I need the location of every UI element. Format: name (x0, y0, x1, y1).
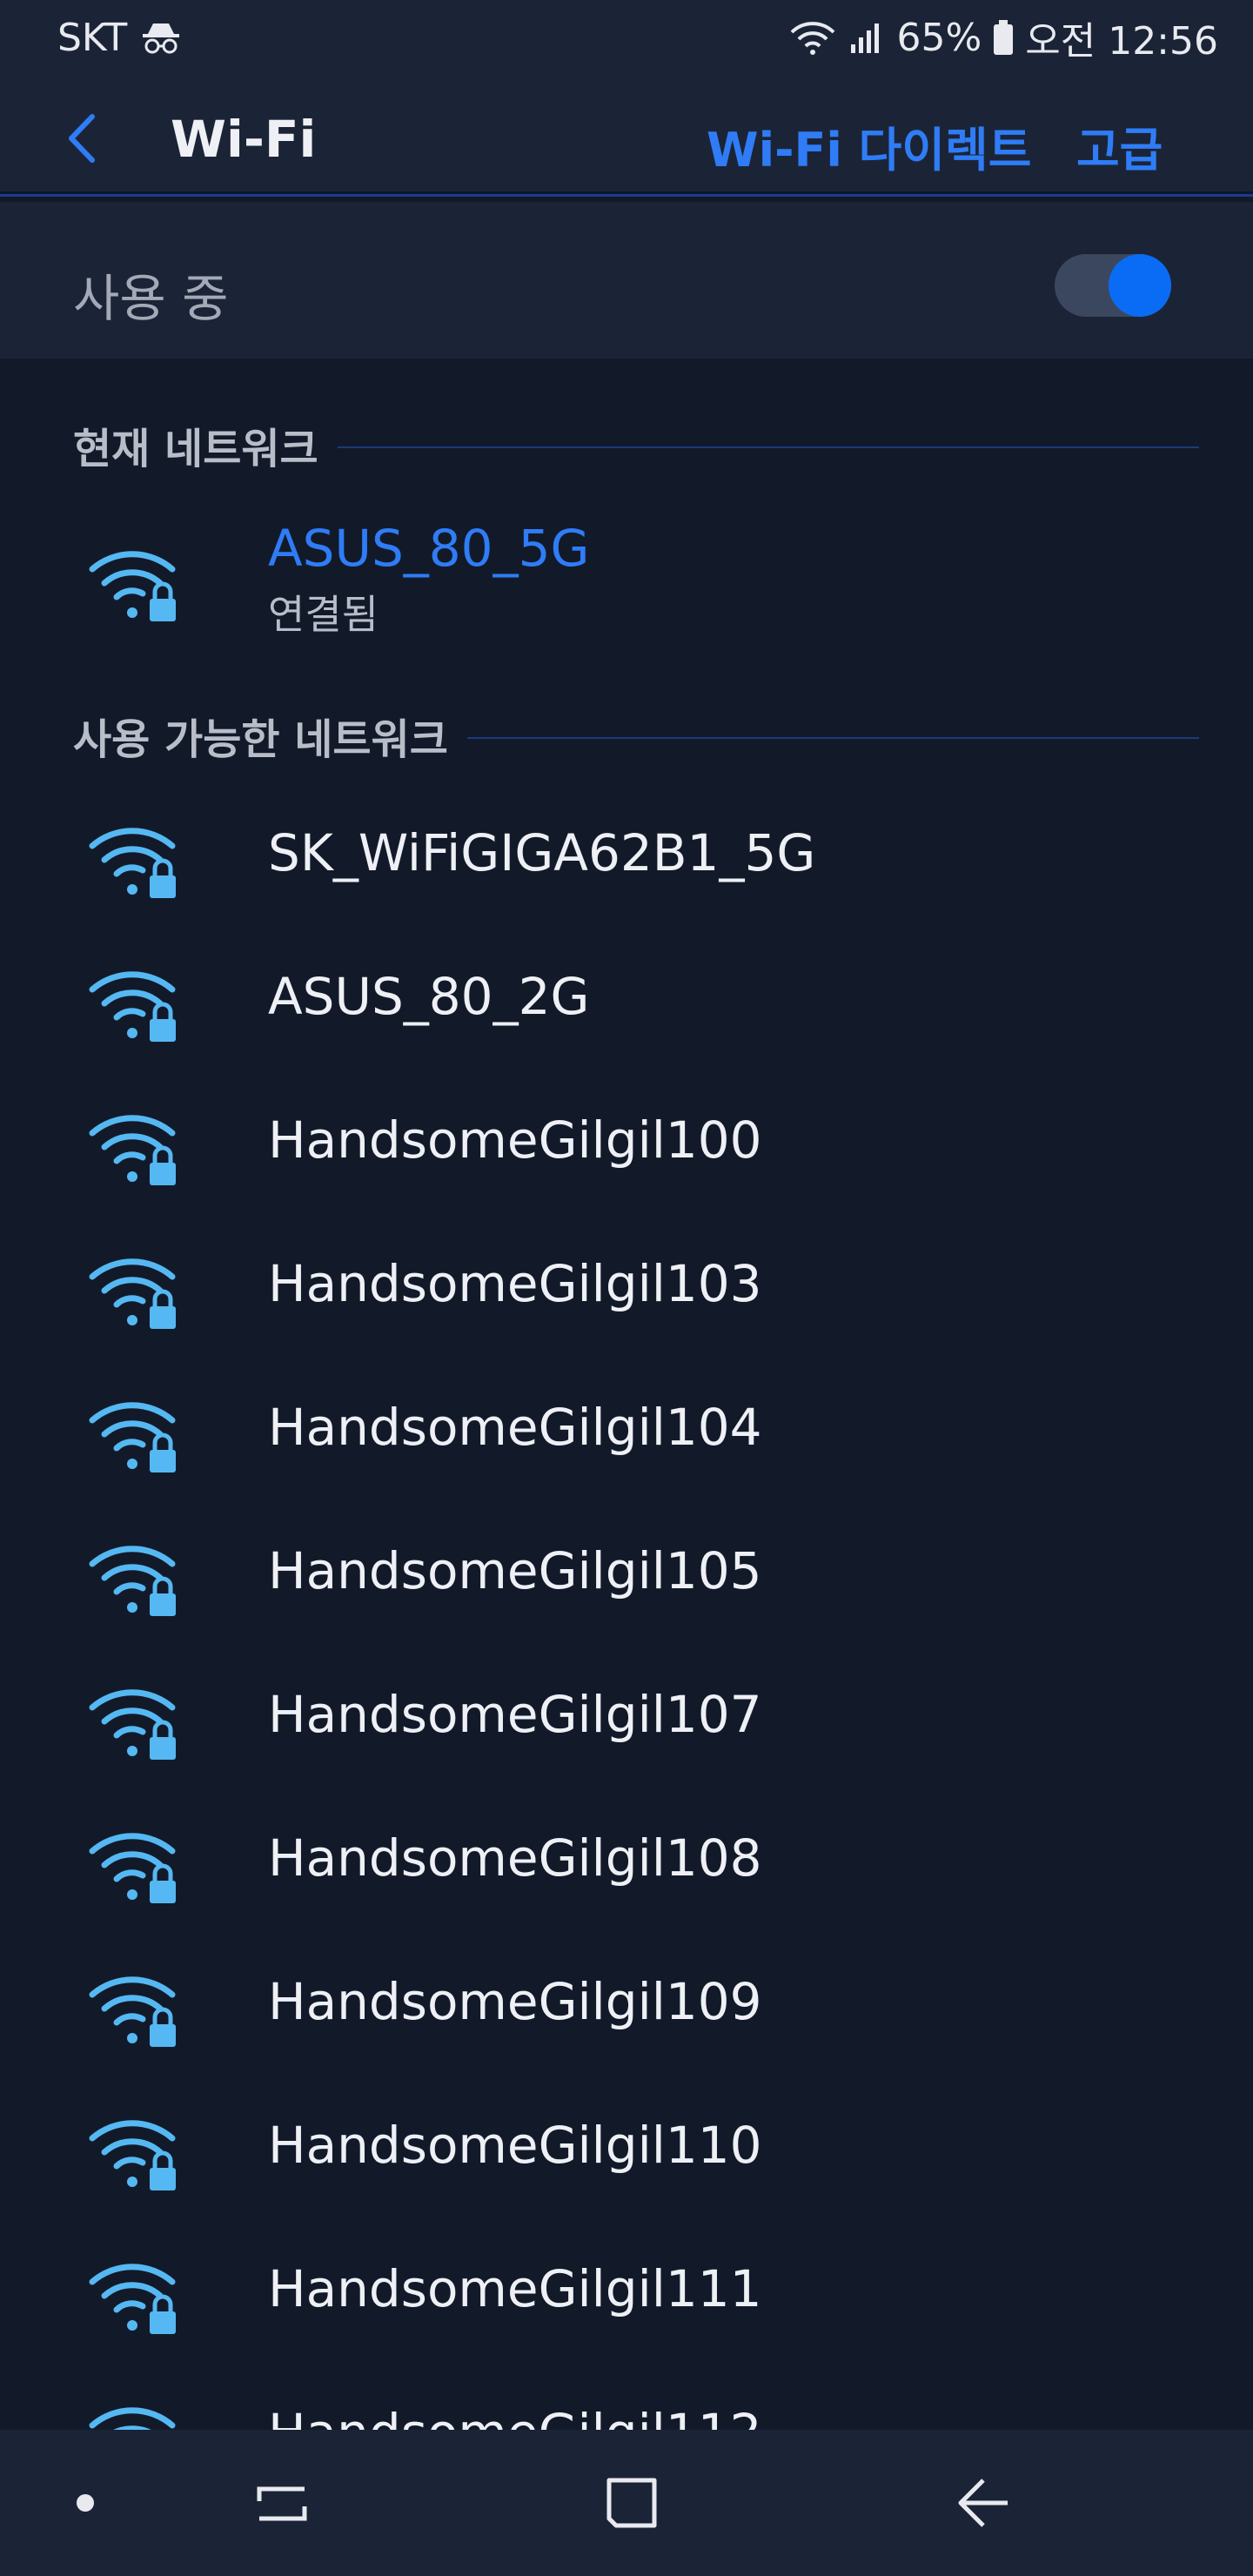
divider (337, 446, 1199, 448)
battery-icon (994, 20, 1014, 55)
network-name: HandsomeGilgil109 (268, 1972, 762, 2031)
divider (466, 737, 1199, 739)
current-network-header: 현재 네트워크 (73, 414, 1199, 475)
wifi-lock-icon (89, 828, 176, 898)
wifi-lock-icon (89, 1258, 176, 1329)
network-name: HandsomeGilgil103 (268, 1254, 762, 1313)
battery-percent: 65% (896, 15, 982, 60)
recent-apps-icon[interactable] (247, 2468, 317, 2538)
current-network-status: 연결됨 (268, 591, 379, 638)
network-name: HandsomeGilgil111 (268, 2259, 762, 2318)
wifi-lock-icon (89, 1546, 176, 1616)
network-row[interactable]: HandsomeGilgil105 (0, 1505, 1253, 1644)
clock: 오전 12:56 (1025, 19, 1218, 64)
current-network-name: ASUS_80_5G (268, 519, 590, 578)
page-title: Wi-Fi (171, 110, 317, 169)
network-row[interactable]: HandsomeGilgil100 (0, 1074, 1253, 1213)
network-row[interactable]: HandsomeGilgil109 (0, 1935, 1253, 2075)
home-icon[interactable] (597, 2468, 667, 2538)
navigation-bar (0, 2430, 1253, 2576)
wifi-toggle-switch[interactable] (1055, 254, 1171, 317)
toggle-knob (1109, 254, 1171, 317)
network-row[interactable]: HandsomeGilgil111 (0, 2223, 1253, 2362)
wifi-lock-icon (89, 1976, 176, 2047)
wifi-lock-icon (89, 1402, 176, 1472)
current-network-row[interactable]: ASUS_80_5G 연결됨 (0, 506, 1253, 646)
app-bar: Wi-Fi Wi-Fi 다이렉트 고급 (0, 75, 1253, 197)
signal-icon (851, 23, 880, 53)
dot-icon[interactable] (50, 2468, 120, 2538)
network-name: HandsomeGilgil108 (268, 1828, 762, 1888)
network-name: HandsomeGilgil110 (268, 2116, 762, 2175)
available-networks-header: 사용 가능한 네트워크 (73, 705, 1199, 766)
network-row[interactable]: HandsomeGilgil104 (0, 1361, 1253, 1500)
network-name: ASUS_80_2G (268, 967, 590, 1026)
network-name: HandsomeGilgil107 (268, 1685, 762, 1744)
network-name: HandsomeGilgil104 (268, 1398, 762, 1457)
section-label: 사용 가능한 네트워크 (73, 715, 448, 764)
network-row[interactable]: HandsomeGilgil103 (0, 1218, 1253, 1357)
section-label: 현재 네트워크 (73, 425, 318, 473)
advanced-button[interactable]: 고급 (1076, 111, 1163, 180)
network-name: HandsomeGilgil100 (268, 1110, 762, 1170)
wifi-lock-icon (89, 2120, 176, 2190)
back-nav-icon[interactable] (948, 2468, 1018, 2538)
network-row[interactable]: HandsomeGilgil108 (0, 1792, 1253, 1931)
wifi-lock-icon (89, 2264, 176, 2334)
network-name: SK_WiFiGIGA62B1_5G (268, 823, 816, 882)
network-row[interactable]: HandsomeGilgil107 (0, 1648, 1253, 1788)
wifi-direct-button[interactable]: Wi-Fi 다이렉트 (707, 111, 1031, 180)
status-bar: SKT 65% 오전 12:56 (0, 0, 1253, 75)
wifi-status-icon (791, 22, 835, 55)
network-row[interactable]: ASUS_80_2G (0, 930, 1253, 1070)
wifi-toggle-row[interactable]: 사용 중 (0, 202, 1253, 359)
carrier-label: SKT (57, 15, 128, 60)
back-arrow-icon[interactable] (54, 108, 115, 169)
wifi-lock-icon (89, 551, 176, 621)
toggle-label: 사용 중 (73, 269, 229, 328)
network-row[interactable]: SK_WiFiGIGA62B1_5G (0, 787, 1253, 926)
network-name: HandsomeGilgil105 (268, 1541, 762, 1600)
incognito-icon (143, 23, 180, 54)
wifi-lock-icon (89, 1833, 176, 1903)
network-row[interactable]: HandsomeGilgil110 (0, 2079, 1253, 2218)
wifi-lock-icon (89, 1689, 176, 1760)
wifi-lock-icon (89, 1115, 176, 1185)
wifi-lock-icon (89, 971, 176, 1042)
